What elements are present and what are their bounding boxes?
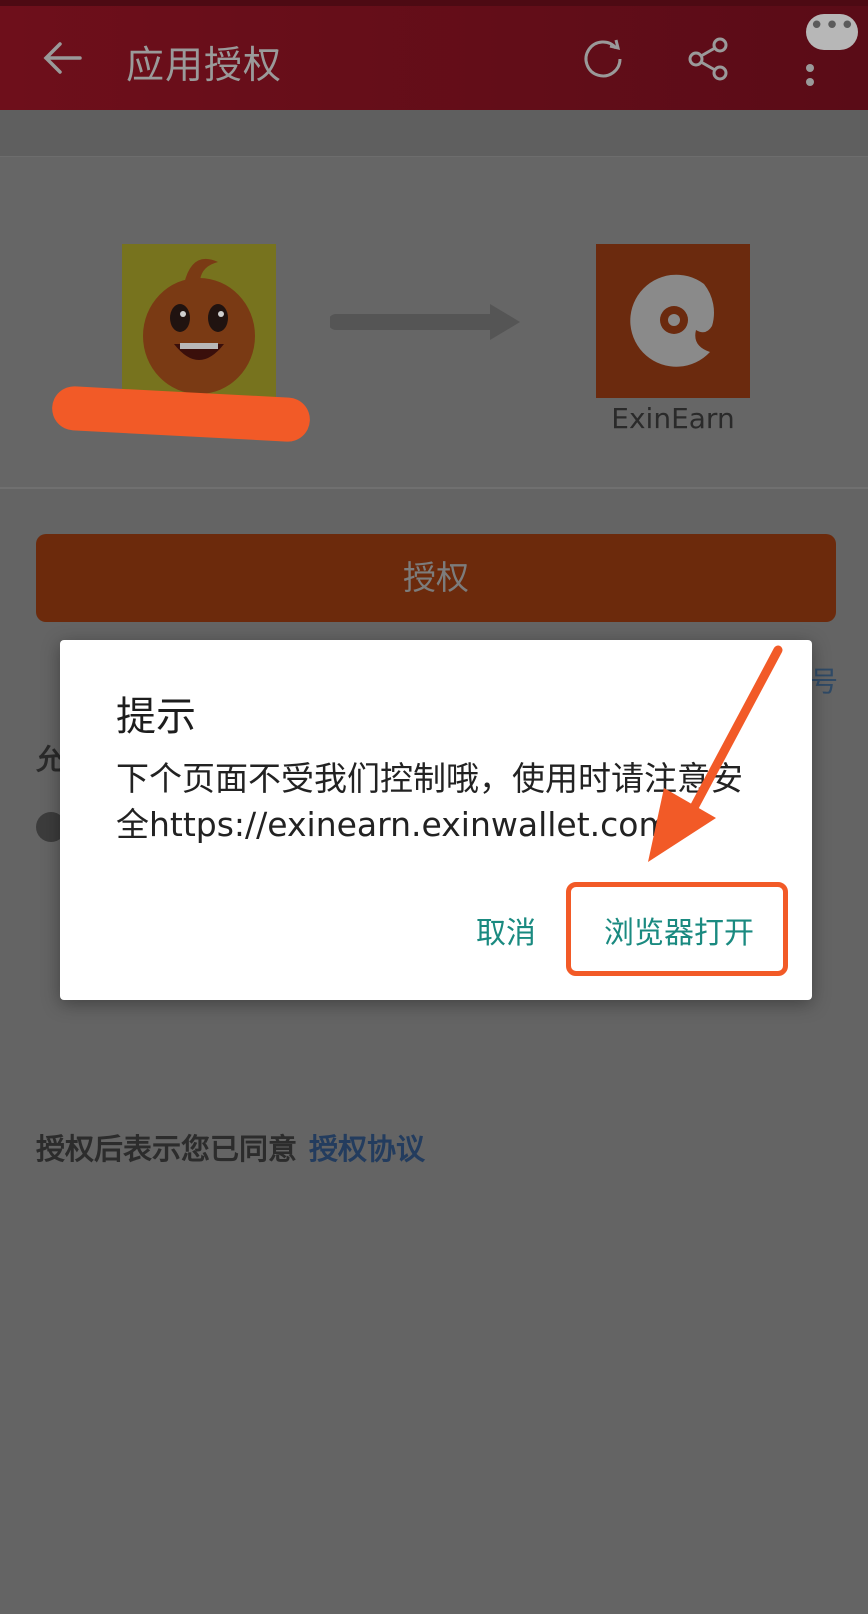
chat-bubble-icon[interactable]: ••• bbox=[806, 13, 858, 50]
agreement-text: 授权后表示您已同意 bbox=[36, 1132, 298, 1166]
dialog-title: 提示 bbox=[116, 694, 196, 740]
app-name: ExinEarn bbox=[611, 402, 735, 435]
agreement-link[interactable]: 授权协议 bbox=[309, 1132, 425, 1166]
partially-hidden-text: 号 bbox=[810, 665, 839, 698]
authorize-button[interactable]: 授权 bbox=[36, 534, 836, 622]
exinearn-app-icon bbox=[596, 244, 750, 398]
arrow-right-icon bbox=[330, 304, 520, 340]
cancel-button[interactable]: 取消 bbox=[476, 908, 536, 952]
page-title: 应用授权 bbox=[126, 43, 283, 87]
share-icon[interactable] bbox=[686, 36, 732, 82]
highlight-box bbox=[566, 882, 788, 976]
divider-band bbox=[0, 110, 868, 157]
agreement-line: 授权后表示您已同意 授权协议 bbox=[36, 1126, 425, 1168]
refresh-icon[interactable] bbox=[580, 36, 626, 82]
pointer-arrow-icon bbox=[648, 645, 783, 862]
back-arrow-icon[interactable] bbox=[40, 36, 84, 80]
user-avatar bbox=[122, 244, 276, 398]
status-bar-strip bbox=[0, 0, 868, 6]
